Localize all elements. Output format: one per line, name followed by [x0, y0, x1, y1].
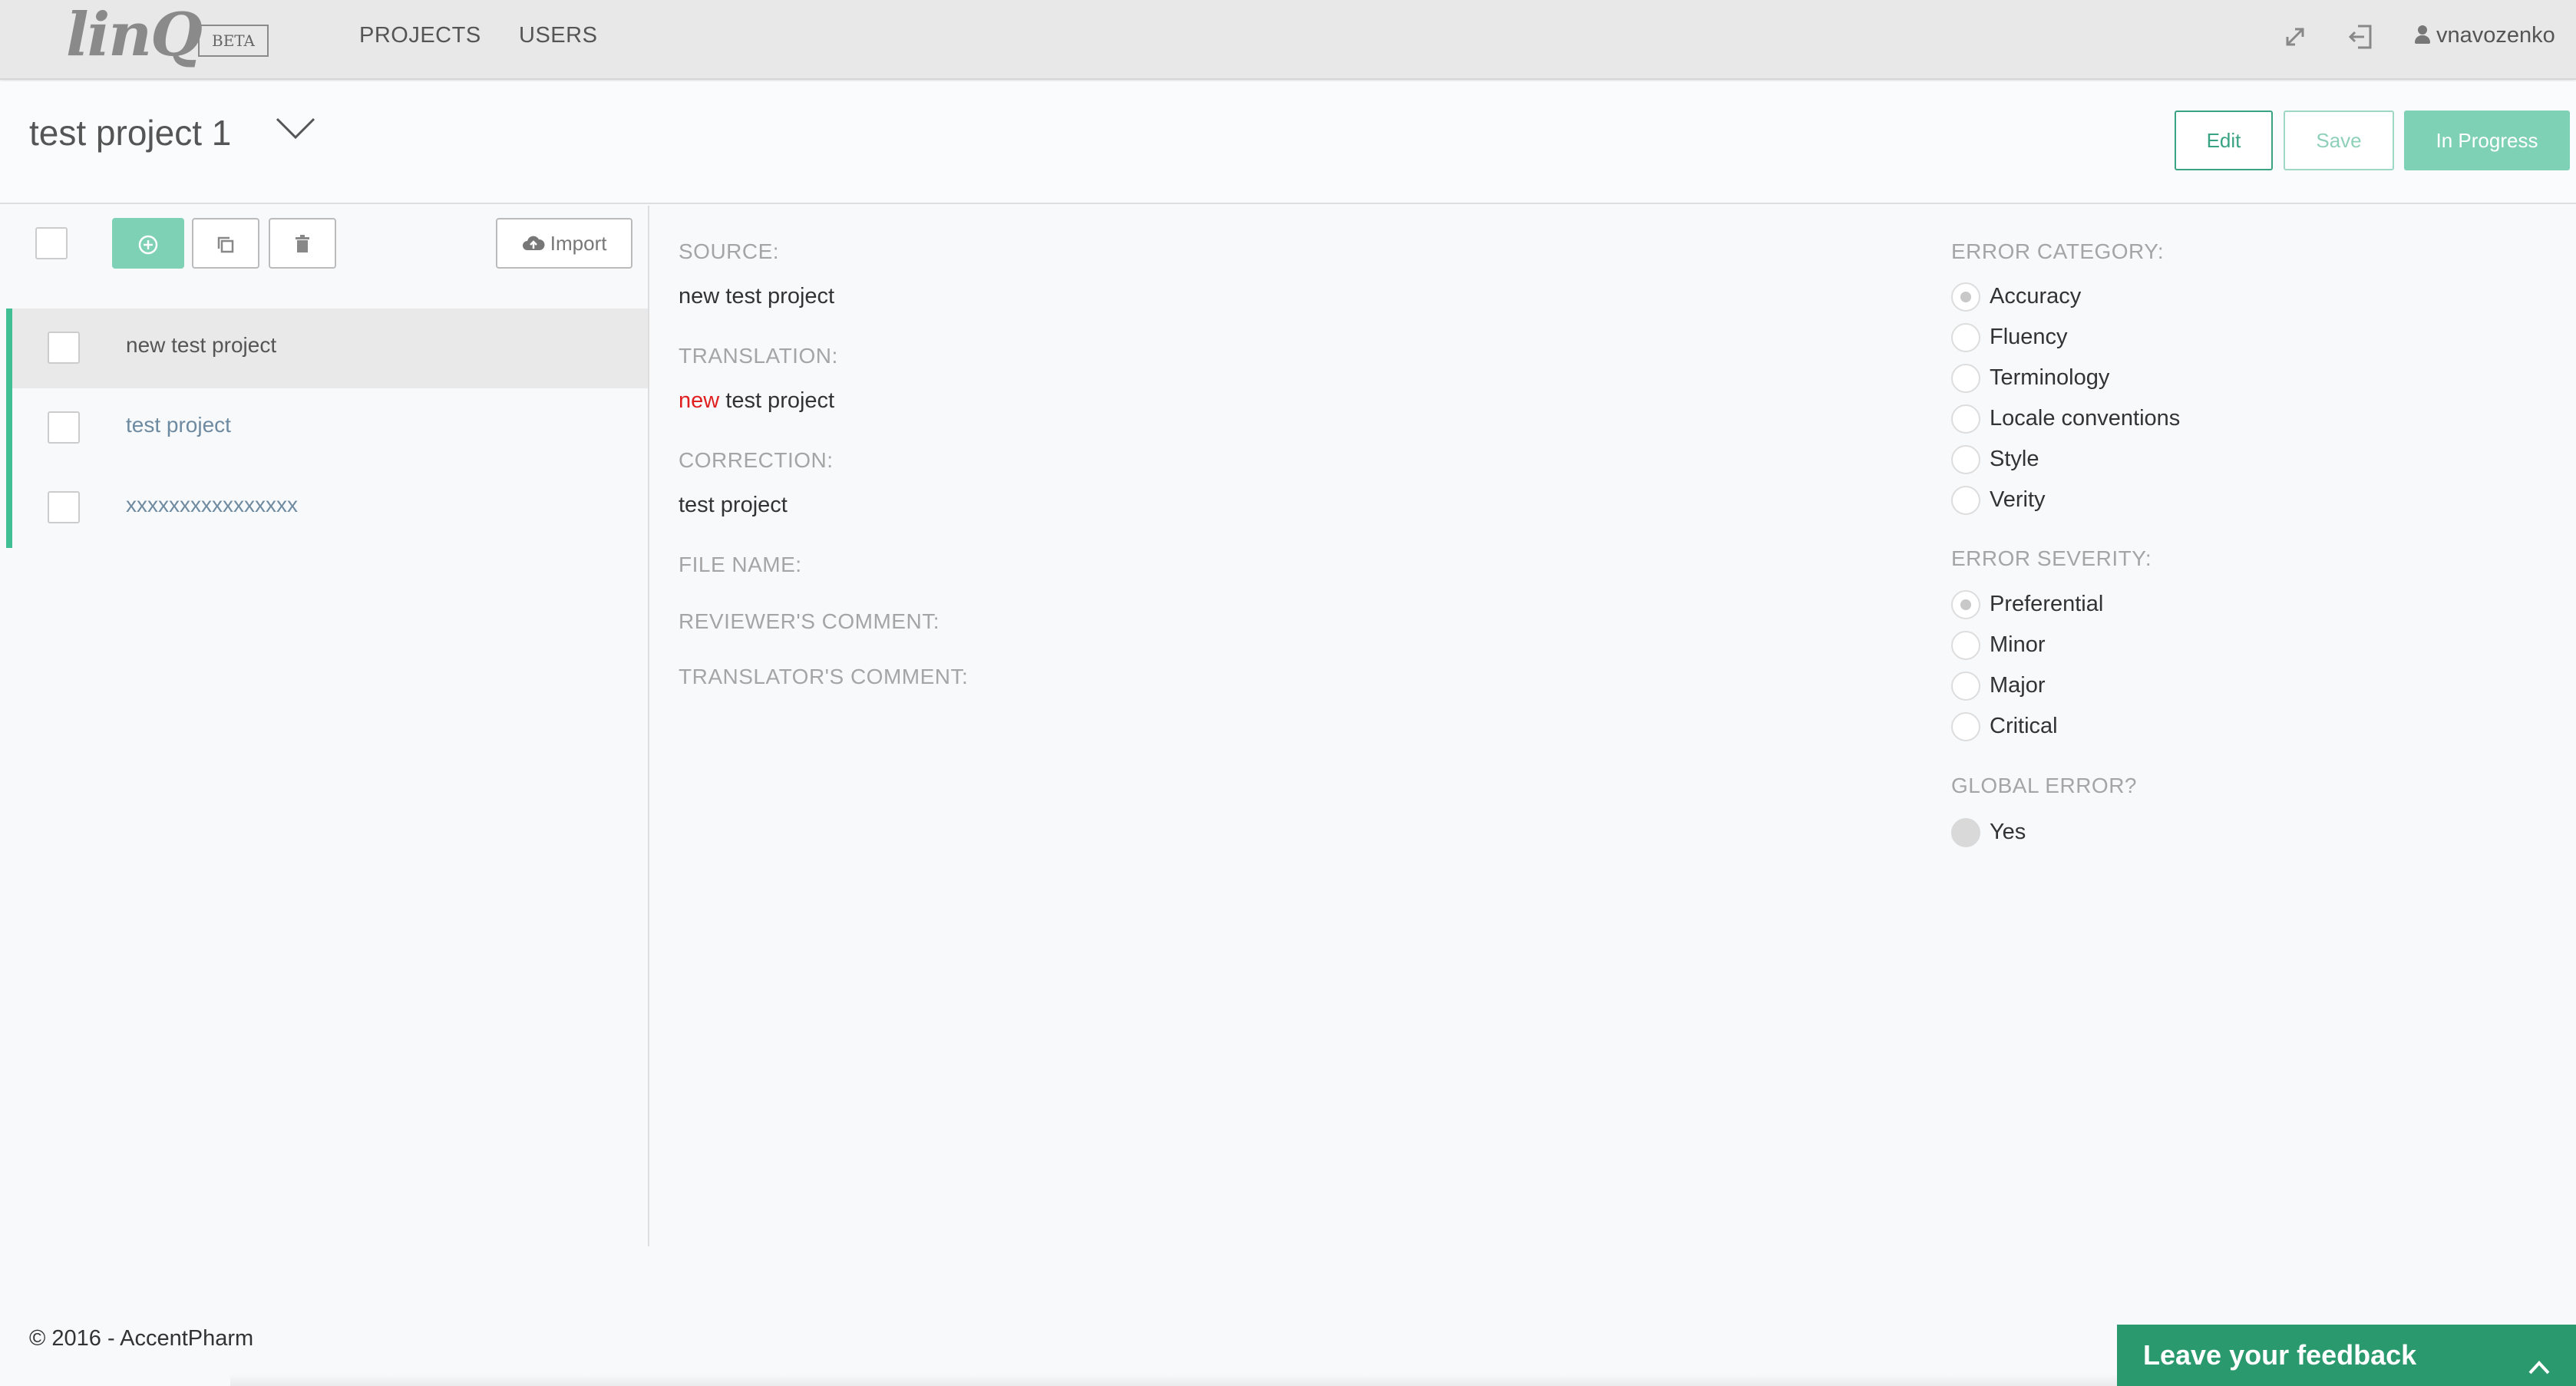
import-label: Import — [550, 232, 607, 255]
translator-comment-label: TRANSLATOR'S COMMENT: — [679, 665, 969, 688]
footer-divider — [230, 1374, 2303, 1386]
user-menu[interactable]: vnavozenko — [2415, 23, 2555, 48]
radio-circle — [1951, 282, 1980, 312]
expand-icon[interactable] — [2280, 21, 2310, 52]
source-label: SOURCE: — [679, 239, 780, 263]
import-button[interactable]: Import — [496, 218, 632, 269]
radio-circle — [1951, 672, 1980, 701]
list-item-label: test project — [126, 413, 231, 437]
delete-button[interactable] — [269, 218, 336, 269]
beta-badge: BETA — [198, 25, 269, 57]
add-icon — [137, 231, 159, 255]
list-item[interactable]: new test project — [6, 309, 648, 388]
copy-icon — [215, 231, 236, 255]
select-all-checkbox[interactable] — [35, 227, 68, 259]
file-name-label: FILE NAME: — [679, 553, 802, 576]
copyright: © 2016 - AccentPharm — [29, 1326, 254, 1351]
segment-detail-panel: SOURCE: new test project TRANSLATION: ne… — [651, 206, 2576, 1246]
radio-circle — [1951, 590, 1980, 619]
segment-list-panel: Import new test project test project xxx… — [0, 206, 649, 1246]
radio-circle — [1951, 364, 1980, 393]
project-header: test project 1 Edit Save In Progress — [0, 81, 2576, 204]
delete-icon — [293, 231, 312, 255]
list-item-label: xxxxxxxxxxxxxxxx — [126, 493, 298, 516]
correction-label: CORRECTION: — [679, 448, 834, 472]
radio-circle — [1951, 445, 1980, 474]
status-button[interactable]: In Progress — [2404, 111, 2570, 170]
correction-value: test project — [679, 493, 788, 517]
user-icon — [2415, 25, 2430, 44]
chevron-down-icon[interactable] — [275, 117, 316, 140]
cloud-upload-icon — [522, 232, 550, 255]
feedback-label: Leave your feedback — [2143, 1339, 2417, 1371]
radio-circle — [1951, 404, 1980, 434]
translation-rest: test project — [719, 388, 835, 413]
radio-circle — [1951, 323, 1980, 352]
add-button[interactable] — [112, 218, 184, 269]
row-checkbox[interactable] — [48, 411, 80, 444]
list-item[interactable]: xxxxxxxxxxxxxxxx — [6, 468, 648, 548]
global-error-label: GLOBAL ERROR? — [1951, 774, 2137, 797]
copy-button[interactable] — [192, 218, 259, 269]
source-value: new test project — [679, 284, 835, 309]
row-checkbox[interactable] — [48, 332, 80, 364]
list-item[interactable]: test project — [6, 388, 648, 468]
radio-circle — [1951, 631, 1980, 660]
translation-label: TRANSLATION: — [679, 344, 838, 368]
list-item-label: new test project — [126, 333, 277, 357]
chevron-up-icon — [2525, 1341, 2553, 1374]
save-button[interactable]: Save — [2284, 111, 2394, 170]
project-title: test project 1 — [29, 113, 232, 153]
error-severity-label: ERROR SEVERITY: — [1951, 546, 2152, 570]
reviewer-comment-label: REVIEWER'S COMMENT: — [679, 609, 940, 633]
feedback-button[interactable]: Leave your feedback — [2117, 1325, 2576, 1386]
error-category-label: ERROR CATEGORY: — [1951, 239, 2165, 263]
radio-circle — [1951, 712, 1980, 741]
linq-logo[interactable]: linQ — [66, 0, 203, 70]
nav-projects[interactable]: PROJECTS — [359, 23, 481, 48]
translation-value: new test project — [679, 388, 834, 414]
translation-highlight: new — [679, 388, 720, 413]
edit-button[interactable]: Edit — [2175, 111, 2273, 170]
nav-users[interactable]: USERS — [519, 23, 597, 48]
toggle-circle — [1951, 818, 1980, 847]
logout-icon[interactable] — [2346, 21, 2376, 52]
top-navbar: linQ BETA PROJECTS USERS vnavozenko — [0, 0, 2576, 80]
radio-circle — [1951, 486, 1980, 515]
username: vnavozenko — [2436, 23, 2555, 48]
row-checkbox[interactable] — [48, 491, 80, 523]
